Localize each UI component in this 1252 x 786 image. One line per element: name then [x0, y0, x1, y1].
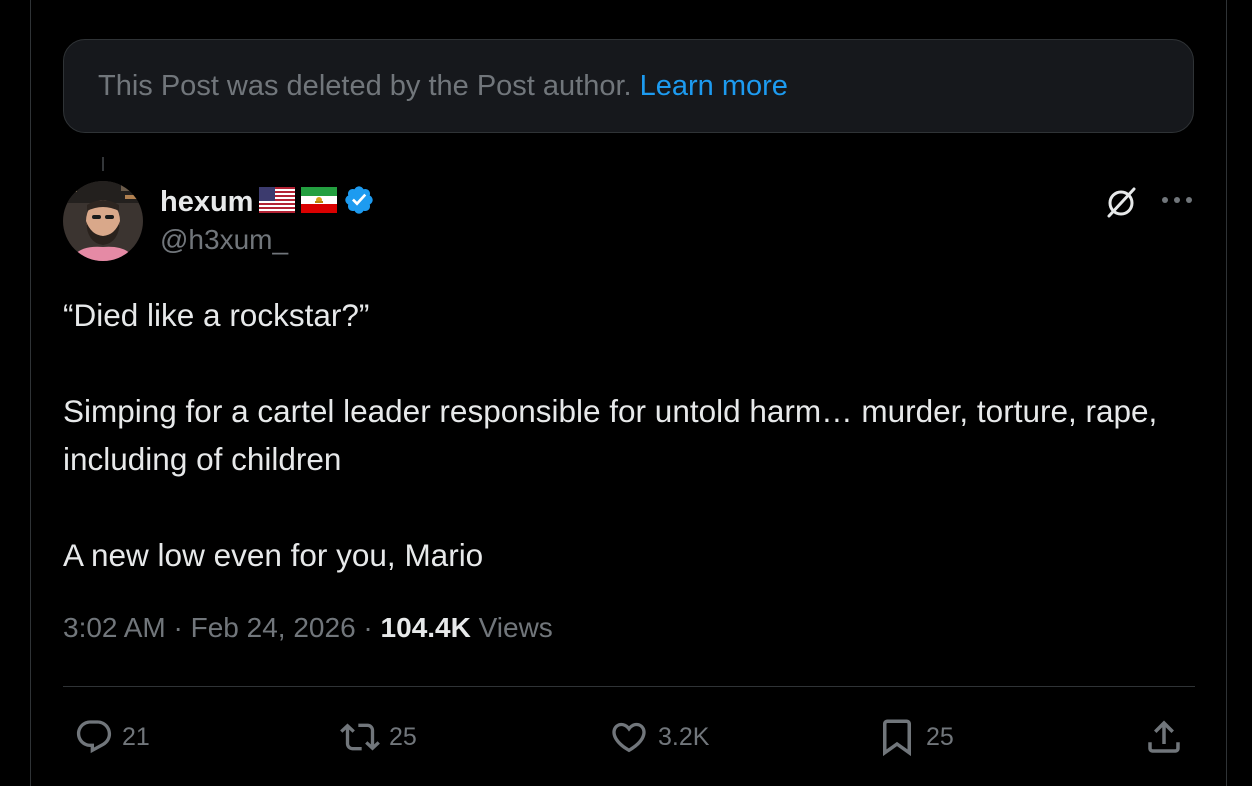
bookmark-button[interactable]: 25: [876, 716, 954, 758]
tweet-line: “Died like a rockstar?”: [63, 297, 370, 333]
author-handle[interactable]: @h3xum_: [160, 224, 375, 256]
like-button[interactable]: 3.2K: [608, 716, 709, 758]
reply-button[interactable]: 21: [74, 716, 150, 758]
avatar-image: [63, 181, 143, 261]
views-count[interactable]: 104.4K: [381, 612, 471, 643]
repost-button[interactable]: 25: [339, 716, 417, 758]
repost-count: 25: [389, 722, 417, 751]
verified-badge-icon[interactable]: [343, 184, 375, 221]
meta-separator: ·: [355, 612, 381, 643]
us-flag-icon: [259, 186, 296, 218]
thread-connector-line: [102, 157, 104, 171]
author-name-row: hexum: [160, 183, 375, 221]
tweet-meta: 3:02 AM · Feb 24, 2026 · 104.4K Views: [63, 612, 553, 644]
heart-icon: [612, 722, 646, 753]
learn-more-link[interactable]: Learn more: [640, 70, 788, 103]
share-button[interactable]: [1143, 716, 1185, 758]
tweet-line: A new low even for you, Mario: [63, 537, 484, 573]
avatar[interactable]: [63, 181, 143, 261]
share-icon: [1148, 720, 1180, 753]
divider: [63, 686, 1195, 687]
author-block: hexum @h3xum_: [160, 183, 375, 256]
repost-icon: [340, 723, 380, 751]
deleted-post-notice: This Post was deleted by the Post author…: [63, 39, 1194, 133]
more-icon[interactable]: [1160, 190, 1194, 210]
views-label: Views: [478, 612, 553, 643]
deleted-notice-text: This Post was deleted by the Post author…: [98, 69, 632, 102]
grok-icon[interactable]: [1103, 184, 1139, 220]
bookmark-icon: [883, 719, 911, 757]
reply-count: 21: [122, 722, 150, 751]
iran-lion-and-sun-flag-icon: [301, 186, 338, 218]
tweet-time[interactable]: 3:02 AM: [63, 612, 166, 643]
meta-separator: ·: [165, 612, 191, 643]
bookmark-count: 25: [926, 722, 954, 751]
like-count: 3.2K: [658, 722, 710, 751]
author-display-name[interactable]: hexum: [160, 186, 253, 219]
tweet-date[interactable]: Feb 24, 2026: [191, 612, 356, 643]
reply-icon: [76, 720, 112, 754]
tweet-line: Simping for a cartel leader responsible …: [63, 393, 1158, 477]
tweet-text: “Died like a rockstar?” Simping for a ca…: [63, 291, 1198, 579]
